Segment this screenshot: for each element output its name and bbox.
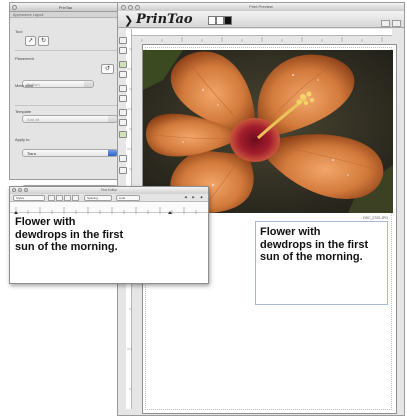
zoom-window-button[interactable] [135, 5, 140, 10]
photo-filename: DSC_0702.JPG [363, 216, 388, 220]
rotate-tool-button[interactable]: ↻ [38, 36, 49, 46]
toolbar-toggle-button[interactable] [392, 20, 401, 27]
template-value: Tiara [27, 151, 36, 156]
caption-line-2: dewdrops in the first [260, 238, 369, 251]
placement-toggle-button[interactable]: ↺ [101, 64, 114, 74]
text-style-tool-button[interactable] [119, 155, 127, 162]
rotate-tool-button[interactable] [119, 95, 127, 102]
minimize-window-button[interactable] [128, 5, 133, 10]
editor-line-3: sun of the morning. [15, 241, 118, 253]
spacing-popup-label: Spacing [87, 196, 98, 200]
palette-title: PrinTao [58, 5, 73, 10]
reset-icon: ↺ [104, 66, 111, 72]
editor-titlebar[interactable]: Text Editor [10, 187, 208, 194]
fit-page-button[interactable] [381, 20, 390, 27]
template-label: Template [15, 109, 32, 114]
palette-titlebar[interactable]: PrinTao [10, 3, 121, 12]
close-window-button[interactable] [12, 188, 16, 192]
spacing-popup[interactable]: Spacing [84, 195, 112, 201]
printao-logo-icon: ❯ [124, 15, 134, 27]
meta-data-value: Add all [27, 117, 40, 122]
pointer-icon: ↗ [27, 38, 34, 44]
ruler-ticks-icon [14, 207, 197, 214]
caption-text-frame[interactable]: Flower with dewdrops in the first sun of… [255, 221, 388, 305]
divider [15, 50, 118, 51]
lists-popup[interactable]: Lists [116, 195, 140, 201]
text-tool-button[interactable] [119, 71, 127, 78]
single-page-view-button[interactable] [208, 16, 216, 25]
text-editor-window: Text Editor Styles Spacing Lists ◀ ▶ ◆ F… [9, 186, 209, 284]
preview-toolbar: ❯ PrinTao [118, 11, 404, 28]
preview-title: Print Preview [249, 4, 273, 9]
crop-tool-button[interactable] [119, 47, 127, 54]
editor-line-2: dewdrops in the first [15, 228, 124, 241]
template-popup[interactable]: Tiara [22, 149, 118, 157]
facing-page-view-button[interactable] [216, 16, 224, 25]
tab-decimal-button[interactable]: ◆ [198, 195, 205, 201]
align-tool-button[interactable] [119, 109, 127, 116]
close-window-button[interactable] [12, 5, 17, 10]
apply-section: Apply to [15, 137, 118, 143]
horizontal-ruler[interactable] [132, 29, 392, 42]
flip-tool-button[interactable] [119, 119, 127, 126]
tab-left-button[interactable]: ◀ [182, 195, 189, 201]
justify-button[interactable] [72, 195, 79, 201]
dark-page-view-button[interactable] [224, 16, 232, 25]
frame-tool-button[interactable] [119, 85, 127, 92]
zoom-tool-button[interactable] [119, 37, 127, 44]
chevron-down-icon [108, 150, 117, 156]
editor-format-toolbar: Styles Spacing Lists ◀ ▶ ◆ [10, 194, 208, 202]
chevron-down-icon [108, 116, 117, 122]
caption-line-3: sun of the morning. [260, 251, 363, 263]
align-left-button[interactable] [48, 195, 55, 201]
tool-label: Tool [15, 29, 23, 34]
align-right-button[interactable] [64, 195, 71, 201]
caption-line-1: Flower with [260, 226, 321, 238]
palette-tab-bar[interactable]: Appearance Layout [10, 12, 121, 18]
grid-tool-button[interactable] [119, 167, 127, 174]
preview-titlebar[interactable]: Print Preview [118, 3, 404, 11]
styles-popup-label: Styles [16, 196, 25, 200]
divider [15, 105, 118, 106]
lists-popup-label: Lists [119, 196, 126, 200]
ruler-ticks-icon [141, 37, 383, 42]
tab-right-button[interactable]: ▶ [190, 195, 197, 201]
meta-data-label: Meta data [15, 83, 33, 88]
align-center-button[interactable] [56, 195, 63, 201]
minimize-window-button[interactable] [18, 188, 22, 192]
editor-title: Text Editor [100, 188, 118, 192]
editor-text-area[interactable]: Flower with dewdrops in the first sun of… [10, 213, 208, 257]
close-window-button[interactable] [121, 5, 126, 10]
placement-label: Placement [15, 56, 34, 61]
styles-popup[interactable]: Styles [13, 195, 45, 201]
palette-tabs-label[interactable]: Appearance Layout [13, 13, 43, 17]
editor-line-1: Flower with [15, 216, 76, 228]
arrow-tool-button[interactable]: ↗ [25, 36, 36, 46]
brand-logo: PrinTao [136, 12, 193, 27]
zoom-window-button[interactable] [24, 188, 28, 192]
template-section: Template [15, 109, 118, 115]
placement-section: Placement [15, 56, 118, 62]
image-tool-button[interactable] [119, 61, 127, 68]
editor-ruler[interactable] [10, 202, 208, 214]
apply-to-label: Apply to [15, 137, 30, 142]
tool-section: Tool [15, 29, 118, 35]
printao-palette-window: PrinTao Appearance Layout Tool ↗ ↻ Place… [9, 2, 122, 193]
meta-data-popup[interactable]: Add all [22, 115, 118, 123]
rotate-icon: ↻ [40, 38, 47, 44]
meta-section: Meta data [15, 83, 118, 89]
color-tool-button[interactable] [119, 131, 127, 138]
